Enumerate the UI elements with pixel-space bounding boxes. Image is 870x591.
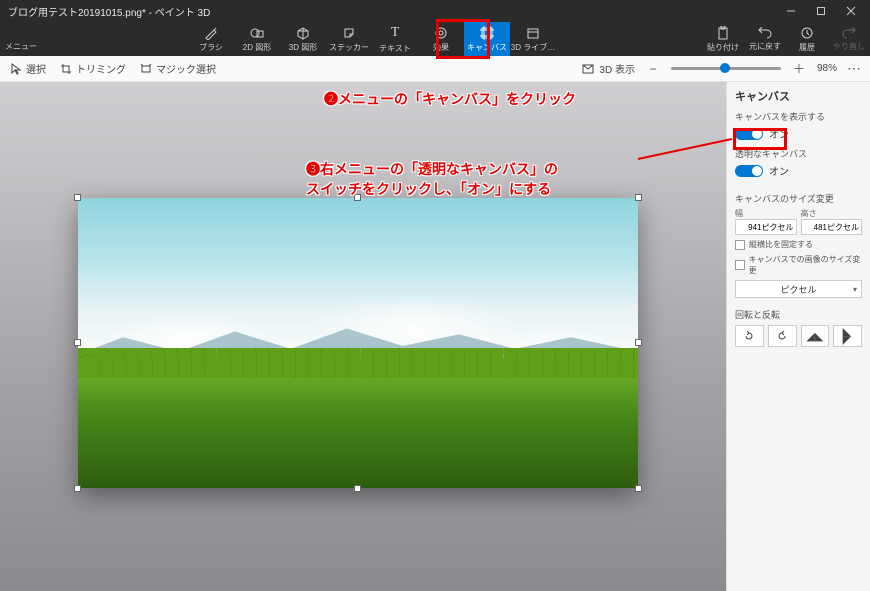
resize-handle[interactable]	[74, 194, 81, 201]
ribbon-3d-shapes[interactable]: 3D 図形	[280, 22, 326, 56]
maximize-button[interactable]	[806, 0, 836, 22]
folder-icon	[13, 27, 29, 39]
paste-button[interactable]: 貼り付け	[702, 22, 744, 56]
menu-button[interactable]: メニュー	[0, 22, 42, 56]
rotate-cw-button[interactable]	[768, 325, 797, 347]
ribbon-2d-shapes[interactable]: 2D 図形	[234, 22, 280, 56]
paste-icon	[717, 26, 729, 40]
resize-handle[interactable]	[74, 339, 81, 346]
canvas-selection[interactable]	[78, 198, 638, 488]
rotate-ccw-button[interactable]	[735, 325, 764, 347]
menu-label: メニュー	[5, 41, 37, 52]
flip-v-button[interactable]: ◢◣	[833, 325, 862, 347]
shapes3d-icon	[296, 26, 310, 40]
close-button[interactable]	[836, 0, 866, 22]
ribbon-effects[interactable]: 効果	[418, 22, 464, 56]
secondary-toolbar: 選択 トリミング マジック選択 3D 表示 − ＋ 98% ⋯	[0, 56, 870, 82]
show-canvas-label: キャンバスを表示する	[735, 110, 862, 123]
resize-handle[interactable]	[635, 194, 642, 201]
main-area: キャンバス キャンバスを表示する オン 透明なキャンバス オン キャンバスのサイ…	[0, 82, 870, 591]
canvas-icon	[480, 26, 494, 40]
text-icon: T	[391, 25, 400, 41]
select-tool[interactable]: 選択	[10, 61, 46, 76]
redo-icon	[842, 27, 856, 39]
ribbon-text[interactable]: Tテキスト	[372, 22, 418, 56]
undo-button[interactable]: 元に戻す	[744, 22, 786, 56]
resize-handle[interactable]	[74, 485, 81, 492]
show-canvas-state: オン	[769, 126, 789, 141]
show-canvas-toggle[interactable]	[735, 128, 763, 140]
zoom-out-button[interactable]: −	[645, 62, 661, 76]
transparent-canvas-state: オン	[769, 163, 789, 178]
shapes2d-icon	[250, 26, 264, 40]
zoom-in-button[interactable]: ＋	[791, 60, 807, 77]
zoom-thumb[interactable]	[720, 63, 730, 73]
canvas-panel: キャンバス キャンバスを表示する オン 透明なキャンバス オン キャンバスのサイ…	[726, 82, 870, 591]
zoom-value: 98%	[817, 63, 837, 74]
height-input[interactable]	[801, 219, 863, 235]
undo-icon	[758, 27, 772, 39]
crop-icon	[60, 63, 72, 75]
transparent-canvas-label: 透明なキャンバス	[735, 147, 862, 160]
panel-title: キャンバス	[735, 88, 862, 104]
lock-aspect-checkbox[interactable]	[735, 240, 745, 250]
library-icon	[526, 26, 540, 40]
width-input[interactable]	[735, 219, 797, 235]
resize-handle[interactable]	[354, 485, 361, 492]
brush-icon	[204, 26, 218, 40]
zoom-slider[interactable]	[671, 67, 781, 70]
canvas-image	[78, 198, 638, 488]
sticker-icon	[342, 26, 356, 40]
canvas-viewport[interactable]	[0, 82, 726, 591]
window-title: ブログ用テスト20191015.png* - ペイント 3D	[4, 4, 776, 19]
unit-select[interactable]: ピクセル	[735, 280, 862, 298]
more-button[interactable]: ⋯	[847, 60, 862, 77]
history-icon	[800, 26, 814, 40]
history-button[interactable]: 履歴	[786, 22, 828, 56]
view3d-icon	[581, 63, 595, 75]
view-3d-toggle[interactable]: 3D 表示	[581, 61, 635, 76]
resize-image-row[interactable]: キャンバスでの画像のサイズ変更	[735, 254, 862, 276]
rotate-cw-icon	[776, 330, 788, 342]
resize-handle[interactable]	[635, 339, 642, 346]
ribbon-stickers[interactable]: ステッカー	[326, 22, 372, 56]
resize-handle[interactable]	[635, 485, 642, 492]
resize-handle[interactable]	[354, 194, 361, 201]
ribbon-tools: ブラシ 2D 図形 3D 図形 ステッカー Tテキスト 効果 キャンバス 3D …	[42, 22, 702, 56]
titlebar: ブログ用テスト20191015.png* - ペイント 3D	[0, 0, 870, 22]
magic-icon	[140, 63, 152, 75]
flip-h-button[interactable]: ◢◣	[801, 325, 830, 347]
effects-icon	[434, 26, 448, 40]
lock-aspect-row[interactable]: 縦横比を固定する	[735, 239, 862, 250]
redo-button[interactable]: やり直し	[828, 22, 870, 56]
rotate-title: 回転と反転	[735, 308, 862, 321]
width-label: 幅	[735, 209, 743, 218]
rotate-ccw-icon	[743, 330, 755, 342]
resize-image-checkbox[interactable]	[735, 260, 745, 270]
height-label: 高さ	[801, 209, 817, 218]
transparent-canvas-toggle[interactable]	[735, 165, 763, 177]
resize-title: キャンバスのサイズ変更	[735, 192, 862, 205]
ribbon: メニュー ブラシ 2D 図形 3D 図形 ステッカー Tテキスト 効果 キャンバ…	[0, 22, 870, 56]
magic-select-tool[interactable]: マジック選択	[140, 61, 216, 76]
ribbon-brushes[interactable]: ブラシ	[188, 22, 234, 56]
ribbon-right: 貼り付け 元に戻す 履歴 やり直し	[702, 22, 870, 56]
ribbon-canvas[interactable]: キャンバス	[464, 22, 510, 56]
ribbon-3d-library[interactable]: 3D ライブ…	[510, 22, 556, 56]
crop-tool[interactable]: トリミング	[60, 61, 126, 76]
cursor-icon	[10, 63, 22, 75]
minimize-button[interactable]	[776, 0, 806, 22]
